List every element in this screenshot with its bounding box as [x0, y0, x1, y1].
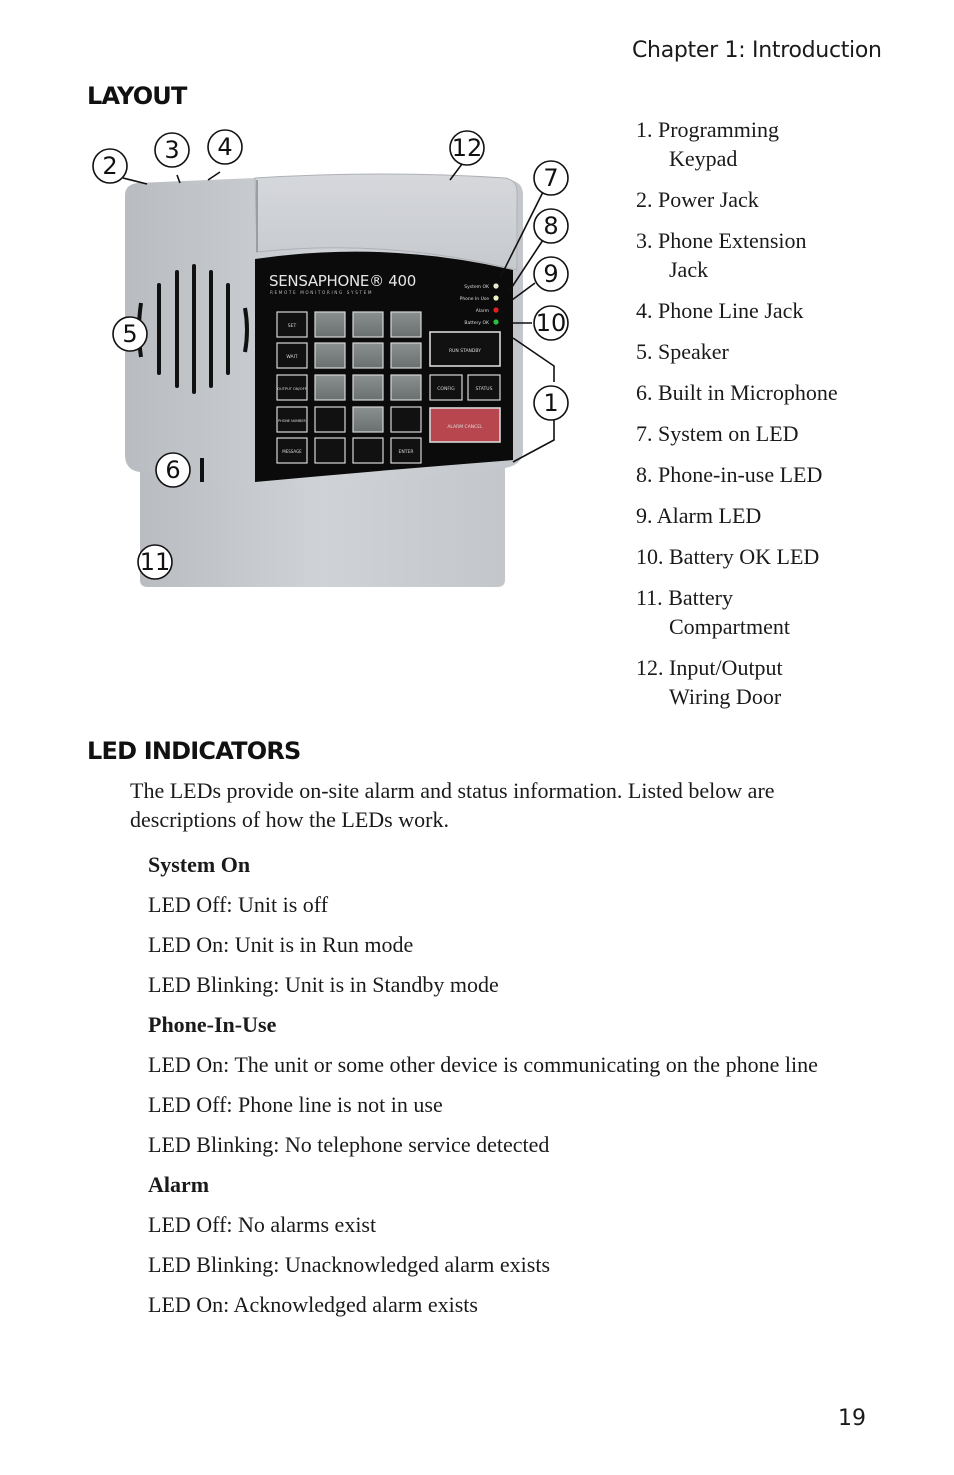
legend-item: 7. System on LED [636, 421, 799, 446]
page-number: 19 [838, 1406, 866, 1431]
led-label-alarm: Alarm [476, 308, 489, 314]
callout-8: 8 [533, 208, 569, 244]
svg-text:4: 4 [217, 133, 232, 161]
legend-item: 1. Programming Keypad [636, 117, 779, 171]
legend-item: 6. Built in Microphone [636, 380, 838, 405]
led-section-title: LED INDICATORS [87, 737, 301, 765]
led-description-line: LED Off: Phone line is not in use [148, 1092, 443, 1117]
layout-legend: 1. Programming Keypad 2. Power Jack 3. Ph… [636, 115, 886, 723]
legend-item: 12. Input/Output Wiring Door [636, 655, 783, 709]
legend-item: 3. Phone Extension Jack [636, 228, 807, 282]
key-6 [390, 342, 422, 369]
key-code [352, 437, 384, 464]
key-config-label: CONFIG [437, 386, 455, 392]
callout-4: 4 [207, 129, 243, 165]
callout-6: 6 [155, 452, 191, 488]
key-enter-label: ENTER [399, 449, 414, 455]
svg-text:11: 11 [140, 548, 171, 576]
key-star [314, 406, 346, 433]
led-description-line: LED Blinking: No telephone service detec… [148, 1132, 550, 1157]
led-description-line: LED On: The unit or some other device is… [148, 1052, 818, 1077]
svg-text:2: 2 [102, 152, 117, 180]
callout-7: 7 [533, 160, 569, 196]
key-message-label: MESSAGE [282, 449, 302, 454]
key-run-standby-label: RUN STANDBY [449, 348, 481, 354]
key-output-label: OUTPUT ON/OFF [277, 387, 306, 391]
layout-section-title: LAYOUT [87, 82, 187, 110]
led-label-battery-ok: Battery OK [464, 320, 490, 326]
svg-text:8: 8 [543, 212, 558, 240]
led-label-phone-in-use: Phone In Use [460, 296, 490, 302]
callout-12: 12 [449, 130, 485, 166]
legend-item: 10. Battery OK LED [636, 544, 820, 569]
key-3 [390, 311, 422, 338]
svg-text:1: 1 [543, 389, 558, 417]
callout-5: 5 [112, 316, 148, 352]
svg-text:3: 3 [164, 136, 179, 164]
key-status-label: STATUS [476, 386, 493, 392]
led-description-line: LED Blinking: Unit is in Standby mode [148, 972, 499, 997]
callout-11: 11 [137, 544, 173, 580]
key-output-pulse [314, 437, 346, 464]
device-figure: SENSAPHONE® 400 REMOTE MONITORING SYSTEM… [85, 120, 585, 600]
svg-text:5: 5 [122, 320, 137, 348]
svg-text:6: 6 [165, 456, 180, 484]
legend-item: 11. Battery Compartment [636, 585, 790, 639]
led-description-line: LED Off: No alarms exist [148, 1212, 377, 1237]
system-on-led [493, 283, 499, 289]
svg-text:9: 9 [543, 260, 558, 288]
callout-3: 3 [154, 132, 190, 168]
led-group-title-phone-in-use: Phone-In-Use [148, 1012, 277, 1037]
key-wait-label: WAIT [286, 354, 298, 360]
led-description-line: LED On: Acknowledged alarm exists [148, 1292, 478, 1317]
callout-10: 10 [533, 305, 569, 341]
legend-item: 8. Phone-in-use LED [636, 462, 823, 487]
legend-item: 9. Alarm LED [636, 503, 762, 528]
key-5 [352, 342, 384, 369]
led-description-line: LED Off: Unit is off [148, 892, 329, 917]
device-subtitle: REMOTE MONITORING SYSTEM [270, 290, 373, 295]
led-description-line: LED Blinking: Unacknowledged alarm exist… [148, 1252, 551, 1277]
led-descriptions: System On LED Off: Unit is off LED On: U… [148, 849, 858, 1329]
microphone [200, 458, 204, 482]
key-7 [314, 374, 346, 401]
key-4 [314, 342, 346, 369]
svg-text:12: 12 [452, 134, 483, 162]
led-group-title-alarm: Alarm [148, 1172, 210, 1197]
led-group-title-system-on: System On [148, 852, 251, 877]
callout-2: 2 [92, 148, 128, 184]
key-1 [314, 311, 346, 338]
svg-text:7: 7 [543, 164, 558, 192]
legend-item: 2. Power Jack [636, 187, 759, 212]
svg-text:10: 10 [536, 309, 567, 337]
device-brand: SENSAPHONE® 400 [269, 272, 416, 290]
key-0 [352, 406, 384, 433]
key-set-label: SET [288, 323, 297, 329]
led-description-line: LED On: Unit is in Run mode [148, 932, 414, 957]
legend-item: 4. Phone Line Jack [636, 298, 804, 323]
key-hash [390, 406, 422, 433]
led-label-system-ok: System OK [464, 284, 490, 290]
phone-in-use-led [493, 295, 499, 301]
key-2 [352, 311, 384, 338]
callout-1: 1 [533, 385, 569, 421]
alarm-led [493, 307, 499, 313]
key-9 [390, 374, 422, 401]
battery-ok-led [493, 319, 499, 325]
callout-9: 9 [533, 256, 569, 292]
key-alarm-cancel-label: ALARM CANCEL [447, 424, 483, 430]
key-8 [352, 374, 384, 401]
chapter-header: Chapter 1: Introduction [632, 38, 882, 63]
legend-item: 5. Speaker [636, 339, 729, 364]
led-intro-paragraph: The LEDs provide on-site alarm and statu… [130, 778, 775, 832]
key-phone-number-label: PHONE NUMBER [278, 419, 306, 423]
sensaphone-device-illustration: SENSAPHONE® 400 REMOTE MONITORING SYSTEM… [92, 129, 569, 587]
